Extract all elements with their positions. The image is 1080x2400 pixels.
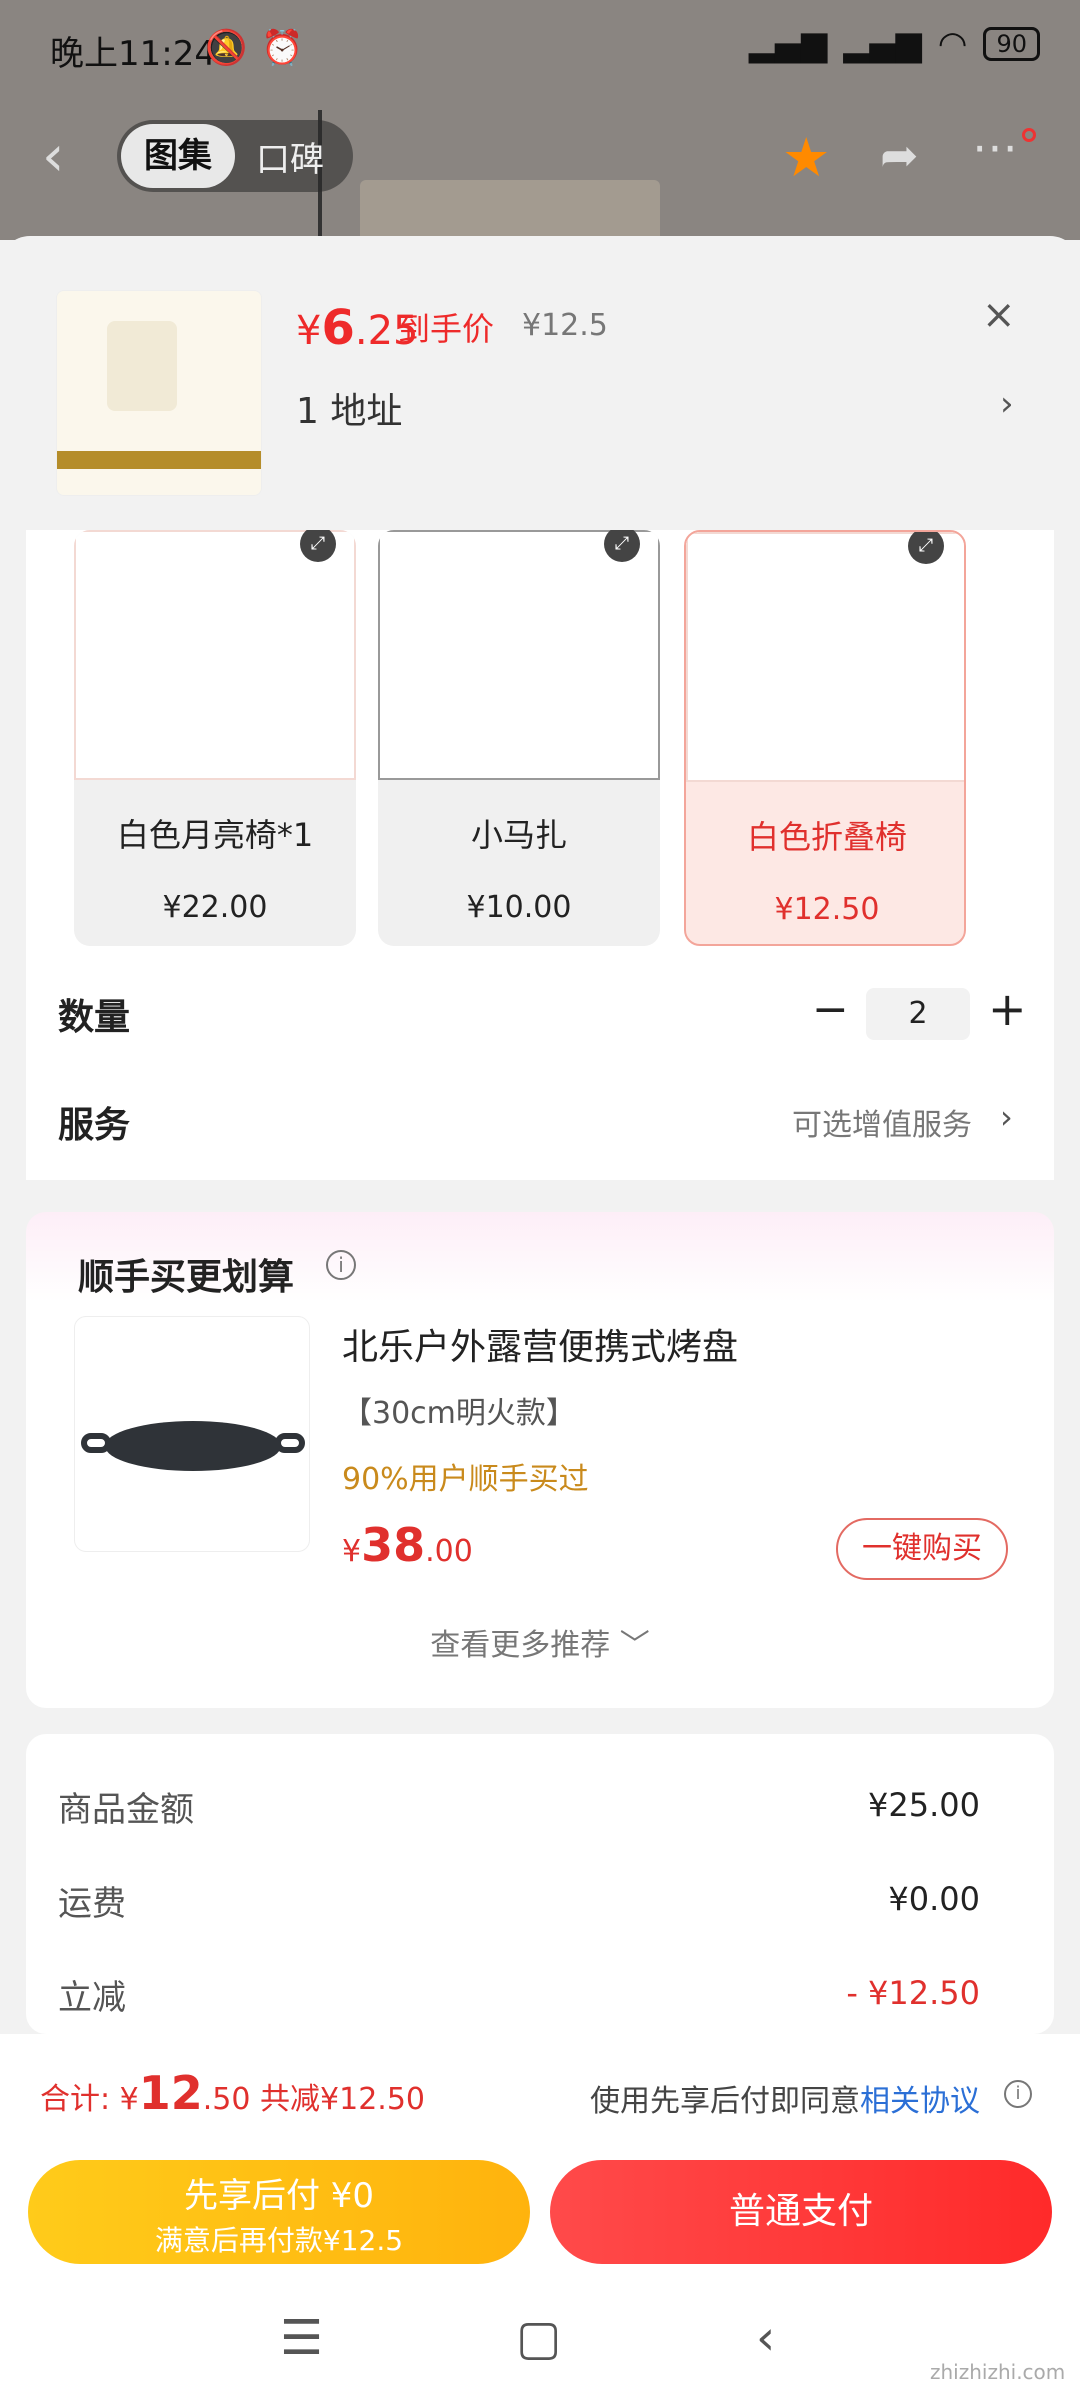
upsell-product-name[interactable]: 北乐户外露营便携式烤盘 bbox=[342, 1318, 738, 1370]
status-bar: 晚上11:24 🔕 ⏰ ▂▄▆ ▂▄▆ ◠ 90 bbox=[0, 0, 1080, 90]
goods-amount-label: 商品金额 bbox=[58, 1790, 194, 1830]
tab-gallery[interactable]: 图集 bbox=[121, 124, 235, 188]
tab-reviews[interactable]: 口碑 bbox=[235, 132, 345, 181]
chevron-right-icon[interactable]: › bbox=[1000, 1098, 1013, 1136]
shipping-value: ¥0.00 bbox=[888, 1880, 980, 1918]
status-icons: 🔕 ⏰ bbox=[205, 28, 304, 68]
shipping-label: 运费 bbox=[58, 1884, 126, 1924]
upsell-product-image[interactable] bbox=[74, 1316, 310, 1552]
close-icon[interactable]: × bbox=[982, 292, 1016, 338]
final-price-label: 到手价 bbox=[398, 310, 495, 348]
upsell-social-proof: 90%用户顺手买过 bbox=[342, 1462, 589, 1497]
original-price: ¥12.5 bbox=[522, 308, 608, 343]
chevron-right-icon[interactable]: › bbox=[1000, 384, 1014, 424]
mute-icon: 🔕 bbox=[205, 28, 248, 68]
selected-product-thumbnail[interactable] bbox=[56, 290, 262, 496]
one-click-buy-button[interactable]: 一键购买 bbox=[836, 1518, 1008, 1580]
back-nav-icon[interactable]: ‹ bbox=[756, 2310, 775, 2366]
product-options-panel: ⤢ 白色月亮椅*1 ¥22.00 ⤢ 小马扎 ¥10.00 ⤢ 白色折叠椅 ¥1… bbox=[26, 530, 1054, 1180]
wifi-icon: ◠ bbox=[937, 24, 968, 64]
status-right: ▂▄▆ ▂▄▆ ◠ 90 bbox=[749, 24, 1040, 64]
product-name: 小马扎 bbox=[470, 816, 567, 854]
discount-value: - ¥12.50 bbox=[846, 1974, 980, 2012]
alarm-icon: ⏰ bbox=[261, 28, 304, 68]
quantity-input[interactable]: 2 bbox=[866, 988, 970, 1040]
thumbnail-band bbox=[57, 451, 261, 469]
product-option-selected[interactable]: ⤢ 白色折叠椅 ¥12.50 bbox=[684, 530, 966, 946]
upsell-product-spec: 【30cm明火款】 bbox=[342, 1396, 576, 1431]
product-image bbox=[686, 532, 964, 782]
info-icon[interactable]: i bbox=[326, 1250, 356, 1280]
chair-image bbox=[107, 321, 177, 411]
upsell-title: 顺手买更划算 bbox=[78, 1257, 295, 1298]
product-name: 白色月亮椅*1 bbox=[116, 816, 314, 854]
pay-later-title: 先享后付 ¥0 bbox=[183, 2176, 375, 2216]
more-recommendations-link[interactable]: 查看更多推荐 ﹀ bbox=[0, 1620, 1080, 1664]
upsell-price: ¥38.00 bbox=[342, 1518, 473, 1572]
product-price: ¥12.50 bbox=[774, 892, 880, 927]
product-price: ¥22.00 bbox=[162, 890, 268, 925]
top-bar: ‹ 图集 口碑 ★ ➦ ⋯ bbox=[0, 110, 1080, 200]
discount-label: 立减 bbox=[58, 1978, 126, 2018]
pay-later-subtitle: 满意后再付款¥12.5 bbox=[154, 2224, 404, 2257]
grill-pan-image bbox=[105, 1421, 281, 1471]
service-label: 服务 bbox=[58, 1105, 131, 1146]
status-time: 晚上11:24 bbox=[50, 34, 216, 74]
info-icon[interactable]: i bbox=[1004, 2080, 1032, 2108]
service-hint[interactable]: 可选增值服务 bbox=[792, 1100, 972, 1144]
pay-now-button[interactable]: 普通支付 bbox=[550, 2160, 1052, 2264]
quantity-minus-button[interactable]: − bbox=[812, 984, 849, 1035]
product-image bbox=[378, 530, 660, 780]
agreement-text: 使用先享后付即同意相关协议 bbox=[590, 2084, 980, 2119]
product-image bbox=[74, 530, 356, 780]
goods-amount-value: ¥25.00 bbox=[868, 1786, 980, 1824]
signal2-icon: ▂▄▆ bbox=[843, 24, 922, 64]
total-amount: 合计: ¥12.50 共减¥12.50 bbox=[40, 2066, 426, 2120]
view-switch: 图集 口碑 bbox=[117, 120, 353, 192]
more-icon[interactable]: ⋯ bbox=[972, 120, 1018, 174]
watermark: zhizhizhi.com bbox=[930, 2360, 1066, 2384]
agreement-link[interactable]: 相关协议 bbox=[860, 2084, 980, 2119]
product-price: ¥10.00 bbox=[466, 890, 572, 925]
quantity-label: 数量 bbox=[58, 997, 131, 1038]
back-icon[interactable]: ‹ bbox=[42, 124, 64, 189]
signal-icon: ▂▄▆ bbox=[748, 24, 828, 64]
home-icon[interactable]: ▢ bbox=[516, 2310, 561, 2366]
battery-indicator: 90 bbox=[983, 27, 1040, 61]
address-row[interactable]: 1 地址 bbox=[296, 382, 402, 434]
share-icon[interactable]: ➦ bbox=[880, 128, 919, 182]
quantity-plus-button[interactable]: + bbox=[988, 982, 1027, 1036]
product-option[interactable]: ⤢ 小马扎 ¥10.00 bbox=[378, 530, 660, 946]
menu-icon[interactable]: ☰ bbox=[280, 2310, 323, 2366]
pay-later-button[interactable]: 先享后付 ¥0 满意后再付款¥12.5 bbox=[28, 2160, 530, 2264]
notification-dot bbox=[1022, 128, 1036, 142]
favorite-star-icon[interactable]: ★ bbox=[782, 126, 830, 189]
product-option[interactable]: ⤢ 白色月亮椅*1 ¥22.00 bbox=[74, 530, 356, 946]
product-name: 白色折叠椅 bbox=[746, 818, 907, 856]
